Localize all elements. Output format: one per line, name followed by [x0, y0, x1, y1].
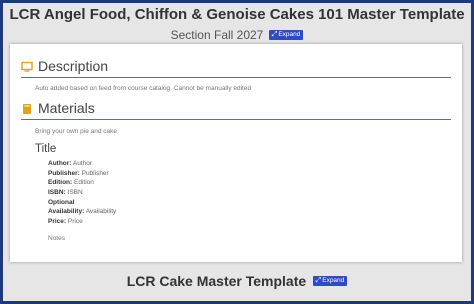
materials-heading: Materials	[38, 100, 95, 116]
material-notes: Notes	[48, 235, 65, 242]
expand-icon: ⤢	[271, 30, 278, 38]
detail-row-isbn: ISBN: ISBN	[48, 189, 83, 197]
detail-row-optional: Optional	[48, 198, 75, 206]
description-text: Auto added based on feed from course cat…	[35, 85, 252, 92]
syllabus-card: Description Auto added based on feed fro…	[10, 44, 462, 262]
material-title: Title	[35, 143, 57, 155]
expand-button-label: Expand	[322, 277, 345, 284]
page-frame: LCR Angel Food, Chiffon & Genoise Cakes …	[0, 0, 474, 304]
detail-row-price: Price: Price	[48, 218, 83, 226]
detail-row-edition: Edition: Edition	[48, 179, 94, 187]
next-course-title: LCR Cake Master Template	[126, 273, 307, 289]
materials-divider	[21, 119, 451, 120]
expand-icon: ⤢	[315, 277, 322, 284]
course-title: LCR Angel Food, Chiffon & Genoise Cakes …	[9, 6, 465, 23]
detail-row-author: Author: Author	[48, 160, 93, 167]
expand-button-label: Expand	[278, 30, 301, 38]
materials-intro: Bring your own pie and cake	[35, 128, 118, 135]
description-heading: Description	[38, 58, 109, 74]
section-label: Section Fall 2027	[170, 27, 264, 42]
detail-row-availability: Availability: Availability	[48, 208, 117, 216]
next-course-expand-button[interactable]: ⤢Expand	[312, 276, 348, 286]
expand-button[interactable]: ⤢Expand	[268, 29, 304, 40]
next-course-header: LCR Cake Master Template ⤢Expand	[3, 271, 471, 291]
book-icon	[21, 102, 33, 114]
course-header: LCR Angel Food, Chiffon & Genoise Cakes …	[3, 5, 471, 42]
detail-row-publisher: Publisher: Publisher	[48, 169, 109, 177]
description-divider	[21, 77, 451, 78]
section-line: Section Fall 2027 ⤢Expand	[3, 26, 471, 42]
materials-heading-row: Materials	[21, 99, 95, 117]
material-details: Author: Author Publisher: Publisher Edit…	[48, 159, 116, 227]
monitor-icon	[21, 60, 33, 72]
description-heading-row: Description	[21, 57, 108, 75]
